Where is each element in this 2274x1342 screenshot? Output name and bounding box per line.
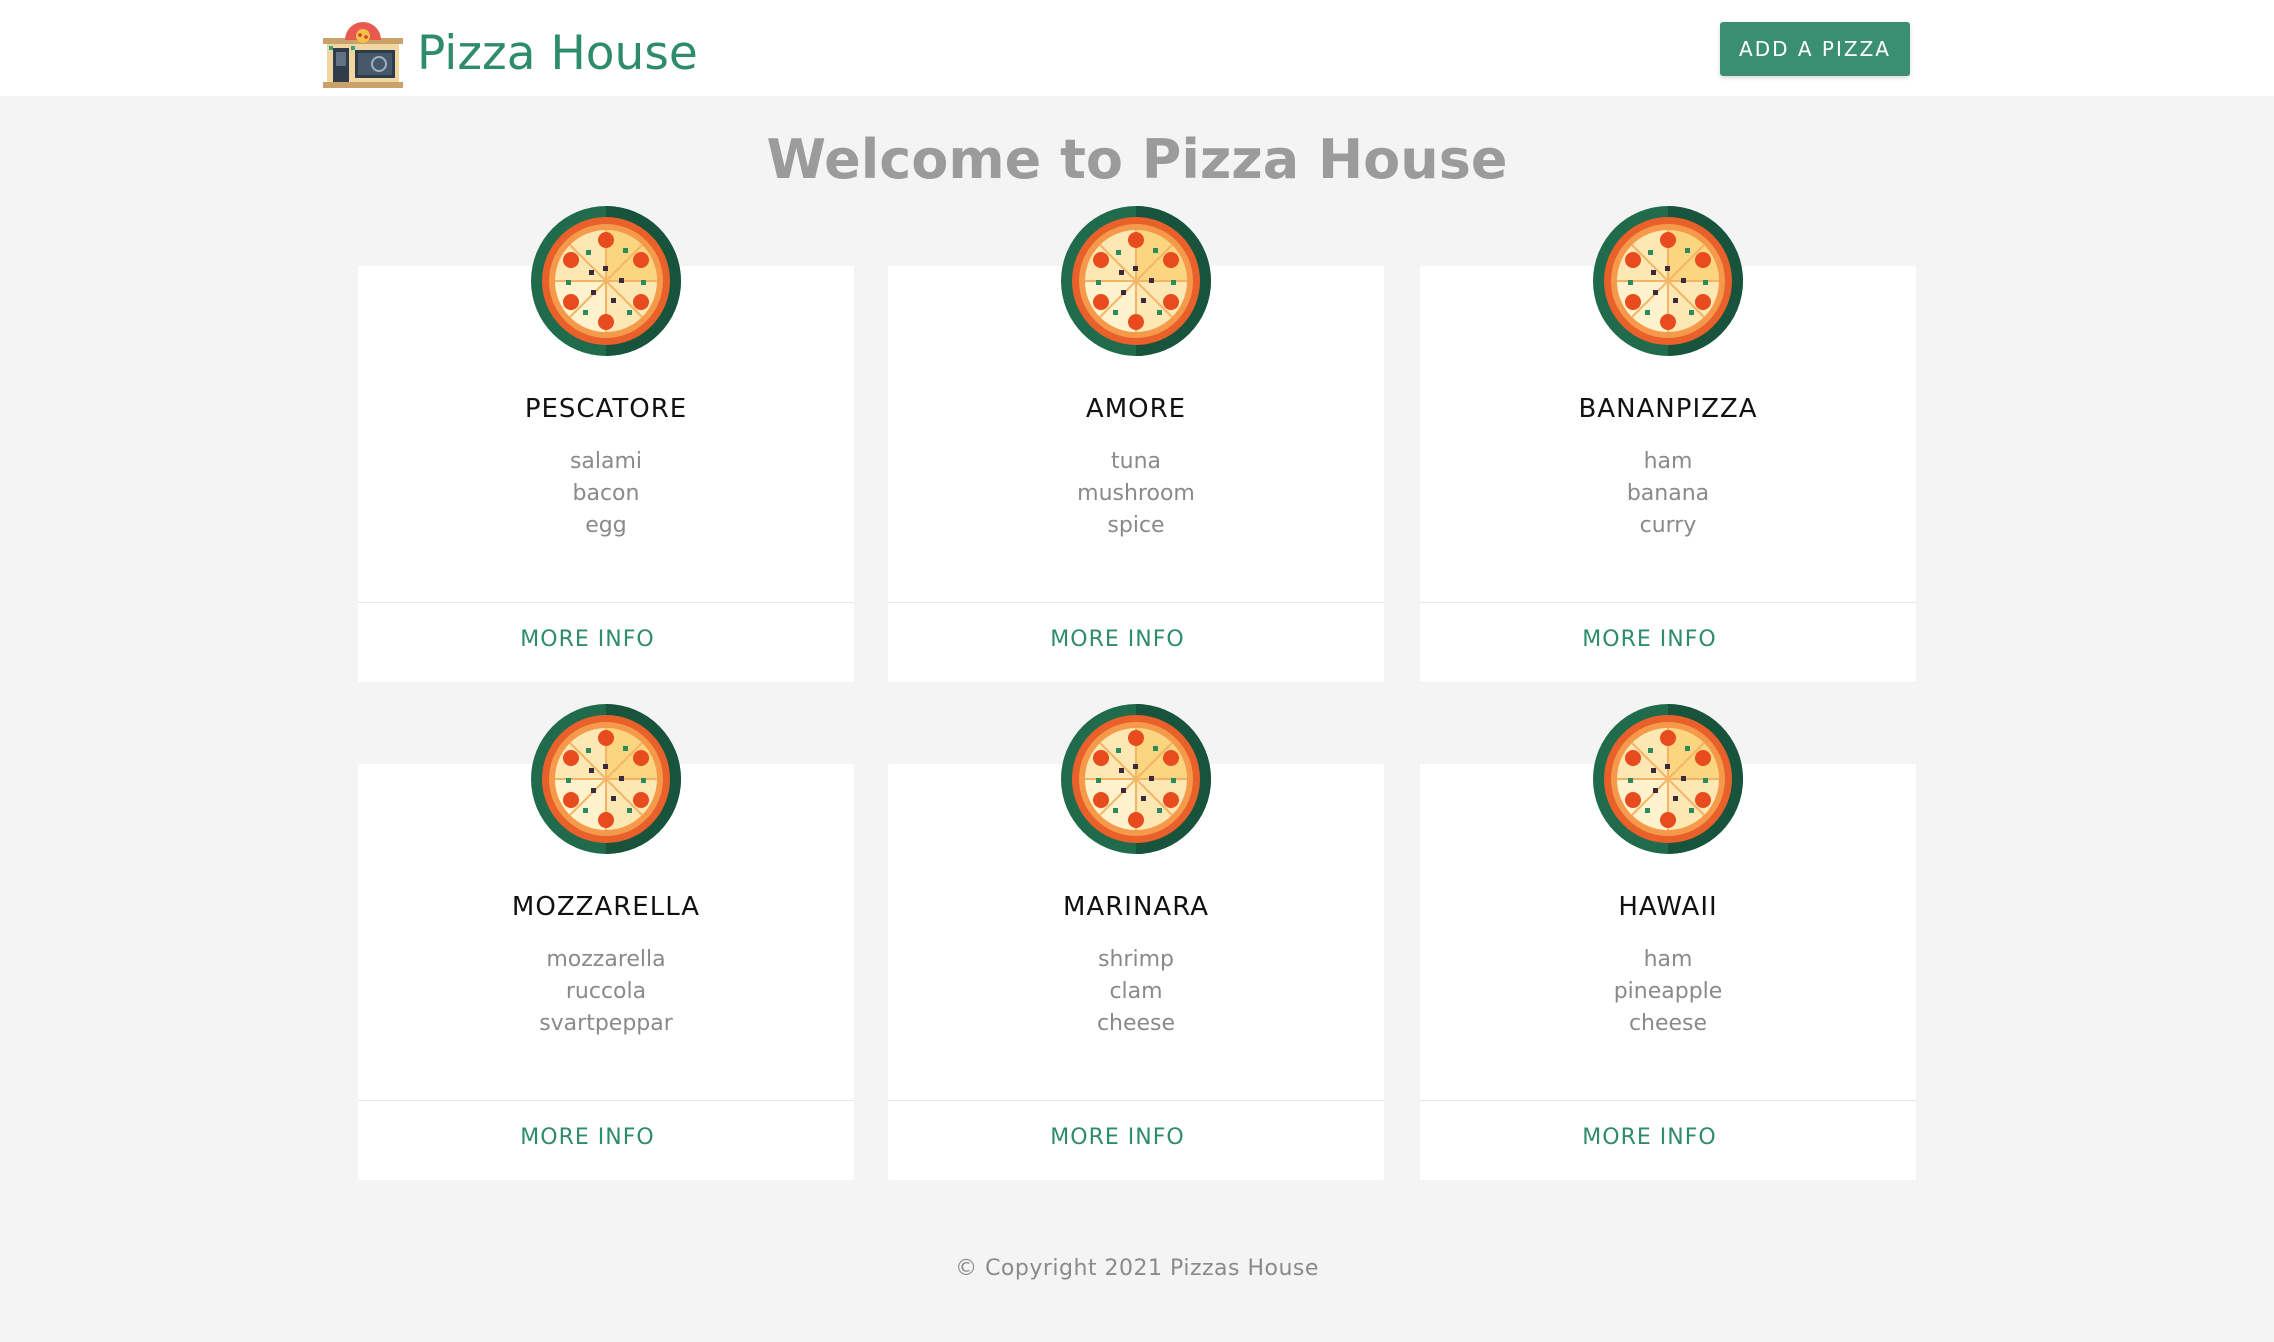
ingredient: ham: [1643, 449, 1693, 474]
pizza-card: AMORE tuna mushroom spice MORE INFO: [888, 206, 1384, 682]
ingredient: bacon: [572, 481, 640, 506]
card-action: MORE INFO: [1420, 602, 1916, 682]
ingredient: cheese: [1096, 1011, 1176, 1036]
pizza-card: MOZZARELLA mozzarella ruccola svartpeppa…: [358, 704, 854, 1180]
ingredient: mushroom: [1077, 481, 1195, 506]
ingredient: ham: [1643, 947, 1693, 972]
more-info-link[interactable]: MORE INFO: [888, 627, 1347, 652]
pizza-name: MARINARA: [1063, 892, 1209, 922]
ingredient: banana: [1626, 481, 1710, 506]
pizza-name: HAWAII: [1618, 892, 1718, 922]
pizza-name: PESCATORE: [524, 394, 688, 424]
pizza-icon: [1061, 704, 1211, 854]
more-info-link[interactable]: MORE INFO: [358, 1125, 817, 1150]
ingredient-list: ham banana curry: [1420, 446, 1916, 542]
ingredient: clam: [1109, 979, 1163, 1004]
card-action: MORE INFO: [888, 1100, 1384, 1180]
ingredient-list: mozzarella ruccola svartpeppar: [358, 944, 854, 1040]
ingredient: egg: [585, 513, 627, 538]
ingredient-list: ham pineapple cheese: [1420, 944, 1916, 1040]
ingredient: svartpeppar: [539, 1011, 673, 1036]
more-info-link[interactable]: MORE INFO: [888, 1125, 1347, 1150]
ingredient: ruccola: [565, 979, 647, 1004]
card-action: MORE INFO: [358, 602, 854, 682]
pizza-icon: [1061, 206, 1211, 356]
pizza-icon: [1593, 206, 1743, 356]
ingredient: spice: [1107, 513, 1165, 538]
pizza-name: BANANPIZZA: [1578, 394, 1758, 424]
ingredient: shrimp: [1098, 947, 1174, 972]
pizza-icon: [531, 704, 681, 854]
more-info-link[interactable]: MORE INFO: [358, 627, 817, 652]
more-info-link[interactable]: MORE INFO: [1420, 627, 1879, 652]
pizza-grid: PESCATORE salami bacon egg MORE INFO AMO…: [358, 0, 1916, 1342]
pizza-name: MOZZARELLA: [511, 892, 701, 922]
ingredient: pineapple: [1613, 979, 1723, 1004]
ingredient: curry: [1639, 513, 1697, 538]
pizza-name: AMORE: [1085, 394, 1187, 424]
card-action: MORE INFO: [1420, 1100, 1916, 1180]
ingredient-list: salami bacon egg: [358, 446, 854, 542]
pizza-card: MARINARA shrimp clam cheese MORE INFO: [888, 704, 1384, 1180]
pizza-card: PESCATORE salami bacon egg MORE INFO: [358, 206, 854, 682]
ingredient-list: shrimp clam cheese: [888, 944, 1384, 1040]
more-info-link[interactable]: MORE INFO: [1420, 1125, 1879, 1150]
ingredient-list: tuna mushroom spice: [888, 446, 1384, 542]
pizza-icon: [531, 206, 681, 356]
ingredient: salami: [569, 449, 643, 474]
card-action: MORE INFO: [358, 1100, 854, 1180]
pizza-card: HAWAII ham pineapple cheese MORE INFO: [1420, 704, 1916, 1180]
ingredient: cheese: [1628, 1011, 1708, 1036]
ingredient: tuna: [1111, 449, 1161, 474]
card-action: MORE INFO: [888, 602, 1384, 682]
ingredient: mozzarella: [546, 947, 666, 972]
pizza-icon: [1593, 704, 1743, 854]
footer-copyright: © Copyright 2021 Pizzas House: [955, 1256, 1319, 1281]
pizza-card: BANANPIZZA ham banana curry MORE INFO: [1420, 206, 1916, 682]
